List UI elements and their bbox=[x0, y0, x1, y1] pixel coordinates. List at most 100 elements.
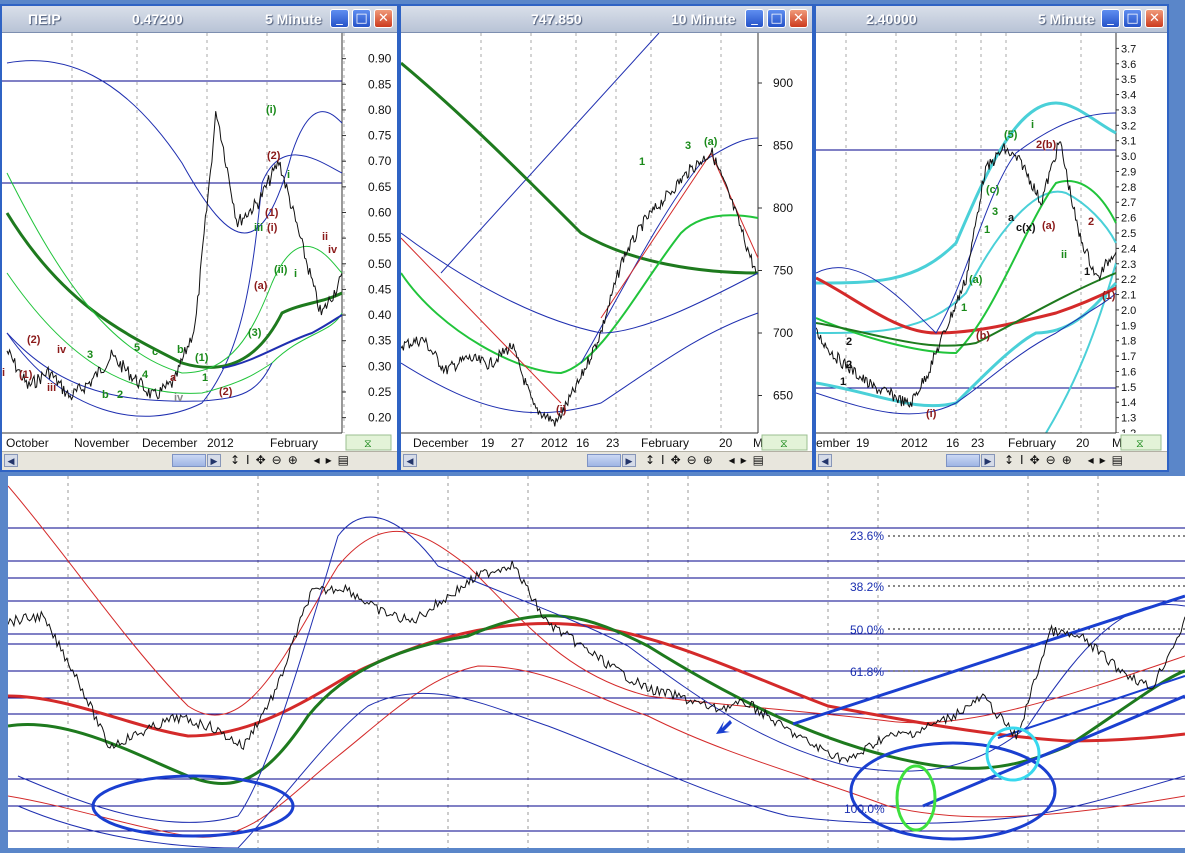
wave-label: (1) bbox=[19, 369, 33, 381]
y-tick-label: 2.7 bbox=[1121, 197, 1136, 209]
wave-label: (i) bbox=[556, 404, 567, 416]
x-tick-label: December bbox=[142, 436, 197, 450]
wave-label: 3 bbox=[87, 349, 93, 361]
x-tick-label: October bbox=[6, 436, 49, 450]
fib-level-label: 100.0% bbox=[844, 802, 885, 816]
y-tick-label: 0.20 bbox=[368, 411, 392, 425]
window-1-interval: 5 Minute bbox=[265, 11, 322, 27]
wave-label: 4 bbox=[142, 369, 149, 381]
wave-label: 1 bbox=[961, 302, 967, 314]
x-tick-label: 27 bbox=[511, 436, 525, 450]
scroll-left-arrow[interactable]: ◀ bbox=[403, 454, 417, 467]
minimize-button[interactable]: _ bbox=[1101, 9, 1120, 28]
wave-label: (a) bbox=[1042, 220, 1056, 232]
y-tick-label: 3.1 bbox=[1121, 136, 1136, 148]
wave-label: (a) bbox=[254, 280, 268, 292]
close-button[interactable]: ✕ bbox=[374, 9, 393, 28]
chart-window-2[interactable]: 747.850 10 Minute _ □ ✕ 900 850 800 750 700 6… bbox=[399, 4, 814, 472]
wave-label: (2) bbox=[267, 150, 281, 162]
wave-label: (5) bbox=[1004, 129, 1018, 141]
minimize-button[interactable]: _ bbox=[330, 9, 349, 28]
x-tick-label: 2012 bbox=[901, 436, 928, 450]
scroll-thumb[interactable] bbox=[946, 454, 980, 467]
y-tick-label: 2.8 bbox=[1121, 182, 1136, 194]
bottom-chart-plot[interactable]: 23.6% 38.2% 50.0% 61.8% 100.0% bbox=[7, 476, 1185, 849]
x-tick-label: 20 bbox=[1076, 436, 1090, 450]
wave-label: iv bbox=[57, 344, 67, 356]
scroll-thumb[interactable] bbox=[587, 454, 621, 467]
window-2-titlebar[interactable]: 747.850 10 Minute _ □ ✕ bbox=[401, 6, 812, 33]
fib-level-label: 23.6% bbox=[850, 529, 884, 543]
y-tick-label: 0.40 bbox=[368, 308, 392, 322]
wave-label: 2 bbox=[117, 389, 123, 401]
wave-label: iv bbox=[328, 244, 338, 256]
y-tick-label: 900 bbox=[773, 76, 793, 90]
window-2-price: 747.850 bbox=[531, 11, 582, 27]
chart-1-plot[interactable]: 0.90 0.85 0.80 0.75 0.70 0.65 0.60 0.55 0.50 0.45… bbox=[2, 33, 397, 454]
wave-label: 3 bbox=[685, 140, 691, 152]
y-tick-label: 3.7 bbox=[1121, 43, 1136, 55]
window-1-scrollbar[interactable]: ◀ ▶ ↕I✥⊖⊕ ◂▸▤ bbox=[2, 451, 397, 470]
maximize-button[interactable]: □ bbox=[1123, 9, 1142, 28]
scroll-right-arrow[interactable]: ▶ bbox=[207, 454, 221, 467]
wave-label: (i) bbox=[266, 104, 277, 116]
svg-text:⧖: ⧖ bbox=[1136, 438, 1144, 450]
chart-tools[interactable]: ↕I✥⊖⊕ ◂▸▤ bbox=[230, 453, 355, 467]
y-tick-label: 2.5 bbox=[1121, 228, 1136, 240]
scroll-right-arrow[interactable]: ▶ bbox=[981, 454, 995, 467]
scroll-thumb[interactable] bbox=[172, 454, 206, 467]
wave-label: c bbox=[152, 346, 158, 358]
window-3-scrollbar[interactable]: ◀ ▶ ↕I✥⊖⊕ ◂▸▤ bbox=[816, 451, 1167, 470]
wave-label: 3 bbox=[992, 206, 998, 218]
y-tick-label: 650 bbox=[773, 389, 793, 403]
fib-level-label: 50.0% bbox=[850, 623, 884, 637]
wave-label: (2) bbox=[27, 334, 41, 346]
y-tick-label: 0.65 bbox=[368, 180, 392, 194]
x-tick-label: November bbox=[74, 436, 129, 450]
wave-label: (1) bbox=[195, 352, 209, 364]
wave-label: c(x) bbox=[1016, 222, 1036, 234]
bottom-chart[interactable]: 23.6% 38.2% 50.0% 61.8% 100.0% bbox=[7, 476, 1185, 849]
x-tick-label: 2012 bbox=[207, 436, 234, 450]
scroll-left-arrow[interactable]: ◀ bbox=[4, 454, 18, 467]
scroll-right-arrow[interactable]: ▶ bbox=[622, 454, 636, 467]
scroll-left-arrow[interactable]: ◀ bbox=[818, 454, 832, 467]
chart-2-plot[interactable]: 900 850 800 750 700 650 (i) 1 3 (a) December 19 27… bbox=[401, 33, 812, 454]
wave-label: 2 bbox=[1088, 216, 1094, 228]
window-3-titlebar[interactable]: 2.40000 5 Minute _ □ ✕ bbox=[816, 6, 1167, 33]
y-tick-label: 3.3 bbox=[1121, 105, 1136, 117]
maximize-button[interactable]: □ bbox=[352, 9, 371, 28]
y-tick-label: 0.55 bbox=[368, 231, 392, 245]
wave-label: 2(b) bbox=[1036, 139, 1057, 151]
wave-label: (3) bbox=[248, 327, 262, 339]
svg-text:⧖: ⧖ bbox=[780, 438, 788, 450]
minimize-button[interactable]: _ bbox=[745, 9, 764, 28]
wave-label: (2) bbox=[219, 386, 233, 398]
chart-3-plot[interactable]: 3.7 3.6 3.5 3.4 3.3 3.2 3.1 3.0 2.9 2.8 2.7 2.6 2.5 2… bbox=[816, 33, 1167, 454]
y-tick-label: 1.7 bbox=[1121, 351, 1136, 363]
wave-label: (1) bbox=[265, 207, 279, 219]
wave-label: 1 bbox=[840, 376, 846, 388]
y-tick-label: 1.6 bbox=[1121, 366, 1136, 378]
y-tick-label: 3.4 bbox=[1121, 90, 1136, 102]
wave-label: a bbox=[1008, 212, 1015, 224]
chart-tools[interactable]: ↕I✥⊖⊕ ◂▸▤ bbox=[645, 453, 770, 467]
chart-window-3[interactable]: 2.40000 5 Minute _ □ ✕ 3.7 3.6 3.5 3.4 3.3 3.… bbox=[814, 4, 1169, 472]
close-button[interactable]: ✕ bbox=[789, 9, 808, 28]
maximize-button[interactable]: □ bbox=[767, 9, 786, 28]
y-tick-label: 1.9 bbox=[1121, 320, 1136, 332]
y-tick-label: 0.45 bbox=[368, 282, 392, 296]
chart-tools[interactable]: ↕I✥⊖⊕ ◂▸▤ bbox=[1004, 453, 1129, 467]
fib-level-label: 61.8% bbox=[850, 665, 884, 679]
y-tick-label: 800 bbox=[773, 201, 793, 215]
y-tick-label: 3.0 bbox=[1121, 151, 1136, 163]
window-2-scrollbar[interactable]: ◀ ▶ ↕I✥⊖⊕ ◂▸▤ bbox=[401, 451, 812, 470]
wave-label: 1 bbox=[984, 224, 990, 236]
svg-text:⧖: ⧖ bbox=[364, 438, 372, 450]
chart-window-1[interactable]: ΠΕΙΡ 0.47200 5 Minute _ □ ✕ 0.90 0.85 0.80… bbox=[0, 4, 399, 472]
window-1-titlebar[interactable]: ΠΕΙΡ 0.47200 5 Minute _ □ ✕ bbox=[2, 6, 397, 33]
close-button[interactable]: ✕ bbox=[1145, 9, 1164, 28]
wave-label: iii bbox=[47, 382, 56, 394]
y-tick-label: 1.5 bbox=[1121, 382, 1136, 394]
y-tick-label: 2.3 bbox=[1121, 259, 1136, 271]
